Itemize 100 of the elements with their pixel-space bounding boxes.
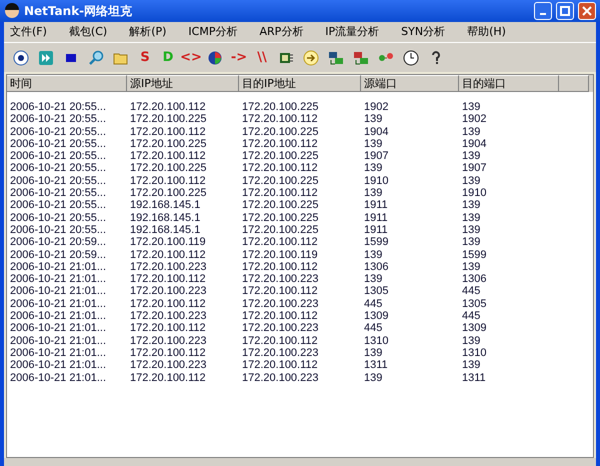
table-cell: 445 (364, 322, 382, 334)
table-cell: 2006-10-21 20:59... (10, 236, 106, 248)
column-header[interactable]: 目的端口 (459, 75, 559, 92)
arrow-circle-icon (303, 50, 319, 66)
table-cell: 172.20.100.223 (130, 310, 206, 322)
column-header[interactable]: 时间 (7, 75, 127, 92)
table-cell: 2006-10-21 20:55... (10, 138, 106, 150)
maximize-icon (560, 6, 570, 16)
table-cell: 139 (462, 212, 480, 224)
table-cell: 2006-10-21 20:55... (10, 162, 106, 174)
minimize-button[interactable] (534, 2, 552, 20)
table-cell: 139 (364, 273, 382, 286)
menu-item[interactable]: IP流量分析 (325, 24, 380, 40)
table-cell: 172.20.100.225 (242, 150, 318, 162)
table-cell: 445 (364, 298, 382, 310)
table-cell: 172.20.100.112 (242, 113, 318, 126)
table-cell: 1904 (364, 126, 388, 138)
table-cell: 172.20.100.112 (130, 298, 206, 310)
table-cell: 172.20.100.112 (242, 285, 318, 298)
table-cell: 1306 (462, 273, 486, 286)
table-cell: 172.20.100.112 (130, 346, 206, 359)
table-cell: 1305 (364, 285, 388, 298)
menu-item[interactable]: 帮助(H) (467, 24, 506, 40)
table-cell: 2006-10-21 21:01... (10, 372, 106, 384)
clock-icon (403, 50, 419, 66)
table-cell: 139 (462, 359, 480, 372)
table-cell: 1902 (462, 113, 486, 126)
window-title: NetTank-网络坦克 (24, 3, 132, 20)
table-cell: 139 (364, 113, 382, 126)
table-cell: 1911 (364, 224, 388, 236)
menu-item[interactable]: SYN分析 (401, 24, 446, 40)
table-cell: 1907 (462, 162, 486, 174)
table-cell: 172.20.100.223 (130, 334, 206, 347)
table-cell: 172.20.100.225 (242, 101, 318, 113)
table-cell: 1306 (364, 260, 388, 273)
table-cell: 172.20.100.112 (242, 138, 318, 150)
menu-item[interactable]: 解析(P) (129, 24, 166, 40)
table-cell: 192.168.145.1 (130, 224, 200, 236)
table-cell: 139 (462, 236, 480, 248)
column-header[interactable]: 源端口 (361, 75, 459, 92)
search-icon (88, 50, 104, 66)
table-cell: 172.20.100.223 (130, 260, 206, 273)
table-cell: 172.20.100.223 (130, 285, 206, 298)
table-cell: 172.20.100.112 (242, 310, 318, 322)
table-cell: 139 (364, 248, 382, 261)
toolbar-button[interactable] (402, 48, 420, 68)
table-cell: 139 (462, 334, 480, 347)
table-cell: 139 (364, 187, 382, 200)
table-cell: 139 (364, 138, 382, 150)
table-cell: 1910 (364, 174, 388, 187)
column-header[interactable]: 源IP地址 (127, 75, 239, 92)
table-cell: 1311 (462, 372, 486, 384)
table-cell: 192.168.145.1 (130, 199, 200, 212)
table-cell: 172.20.100.112 (130, 126, 206, 138)
table-cell: 2006-10-21 20:55... (10, 212, 106, 224)
table-cell: 139 (364, 162, 382, 174)
table-cell: 1305 (462, 298, 486, 310)
table-cell: 1904 (462, 138, 486, 150)
table-cell: 139 (462, 199, 480, 212)
table-cell: 2006-10-21 21:01... (10, 298, 106, 310)
table-cell: 172.20.100.112 (242, 162, 318, 174)
column-header[interactable]: 目的IP地址 (239, 75, 361, 92)
globe-icon (207, 50, 223, 66)
table-cell: 172.20.100.112 (130, 322, 206, 334)
table-cell: 1911 (364, 199, 388, 212)
table-cell: 172.20.100.112 (242, 187, 318, 200)
table-cell: 1907 (364, 150, 388, 162)
table-cell: 2006-10-21 20:55... (10, 150, 106, 162)
menu-item[interactable]: ARP分析 (259, 24, 304, 40)
table-cell: 2006-10-21 20:55... (10, 101, 106, 113)
table-cell: 172.20.100.223 (130, 359, 206, 372)
table-cell: 139 (364, 346, 382, 359)
table-cell: 172.20.100.225 (242, 174, 318, 187)
table-cell: 2006-10-21 21:01... (10, 334, 106, 347)
table-cell: 1309 (364, 310, 388, 322)
table-cell: 139 (462, 174, 480, 187)
table-cell: 1911 (364, 212, 388, 224)
table-cell: 139 (462, 150, 480, 162)
table-cell: 1902 (364, 101, 388, 113)
table-cell: 2006-10-21 20:55... (10, 113, 106, 126)
table-cell: 445 (462, 310, 480, 322)
table-cell: 172.20.100.112 (242, 359, 318, 372)
table-cell: 172.20.100.112 (130, 248, 206, 261)
maximize-button[interactable] (556, 2, 574, 20)
menu-item[interactable]: 文件(F) (10, 24, 47, 40)
table-cell: 1599 (462, 248, 486, 261)
table-cell: 139 (462, 126, 480, 138)
toolbar-button[interactable] (12, 48, 30, 68)
table-cell: 172.20.100.119 (242, 248, 318, 261)
table-cell: 172.20.100.112 (242, 236, 318, 248)
table-cell: 172.20.100.225 (130, 162, 206, 174)
table-cell: 2006-10-21 21:01... (10, 346, 106, 359)
table-cell: 172.20.100.223 (242, 273, 318, 286)
table-cell: 172.20.100.225 (242, 126, 318, 138)
table-cell: 2006-10-21 20:59... (10, 248, 106, 261)
table-cell: 1910 (462, 187, 486, 200)
menu-item[interactable]: 截包(C) (68, 24, 108, 40)
close-button[interactable] (578, 2, 596, 20)
table-cell: 2006-10-21 20:55... (10, 187, 106, 200)
menu-item[interactable]: ICMP分析 (188, 24, 238, 40)
